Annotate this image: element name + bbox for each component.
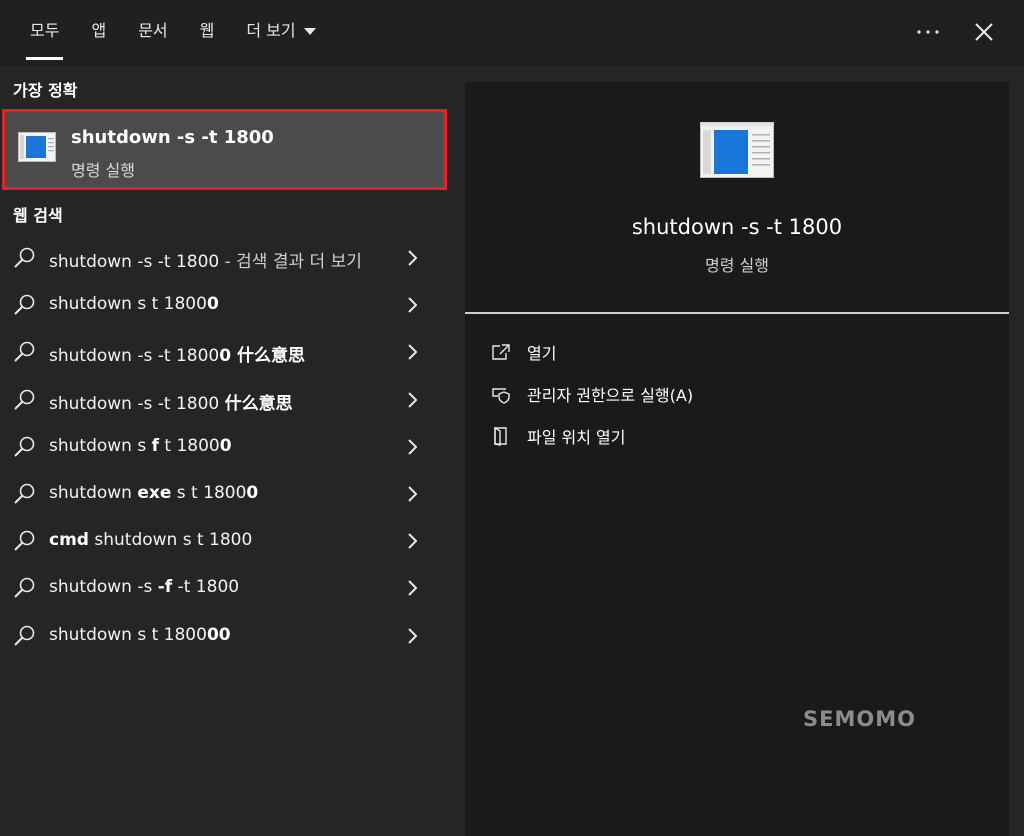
chevron-right-icon[interactable] [406,532,418,550]
action-label: 관리자 권한으로 실행(A) [527,386,694,405]
web-search-result[interactable]: shutdown s t 18000 [0,281,445,328]
result-text-part: 0 [246,483,259,503]
open-action[interactable]: 열기 [491,337,556,367]
search-icon [14,436,35,457]
result-text-part: 0 [206,294,219,315]
preview-title: shutdown -s -t 1800 [631,215,843,239]
chevron-right-icon[interactable] [406,391,418,409]
results-panel: 가장 정확 shutdown -s -t 1800 명령 실행 웹 검색 shu… [0,66,455,836]
tab-label: 더 보기 [246,21,296,40]
web-search-result[interactable]: cmd shutdown s t 1800 [0,517,445,564]
watermark: SEMOMO [803,707,916,731]
result-text-part: shutdown -s -t 1800 [49,252,220,272]
web-search-result[interactable]: shutdown -s -t 1800 - 검색 결과 더 보기 [0,234,445,281]
chevron-right-icon[interactable] [406,438,418,456]
preview-subtitle: 명령 실행 [705,256,769,275]
action-label: 열기 [527,344,557,363]
result-text-part: shutdown s t 1800 [49,294,207,315]
tab-web[interactable]: 웹 [184,0,231,62]
web-search-result[interactable]: shutdown s t 180000 [0,612,445,659]
result-text-part: -t 1800 [172,577,240,598]
result-text-part: exe [137,483,172,503]
tab-label: 모두 [30,21,60,40]
result-text-part: shutdown [49,483,138,503]
result-text: shutdown -s -f -t 1800 [49,577,239,597]
action-label: 파일 위치 열기 [527,428,626,447]
tab-all[interactable]: 모두 [14,0,75,62]
chevron-right-icon[interactable] [406,627,418,645]
result-text-part: 什么意思 [224,393,293,414]
chevron-right-icon[interactable] [406,296,418,314]
tab-documents[interactable]: 문서 [122,0,183,62]
result-text-part: 0 [219,435,232,456]
tab-label: 웹 [199,21,215,40]
result-text-part: shutdown -s -t 1800 [49,393,225,414]
result-text: shutdown s f t 18000 [49,436,232,456]
search-icon [14,625,35,646]
result-text-part: shutdown s t 1800 [49,624,207,645]
search-header: 모두 앱 문서 웹 더 보기 [0,0,1024,66]
search-icon [14,483,35,504]
web-search-result[interactable]: shutdown -s -t 18000 什么意思 [0,328,445,375]
result-text-part: shutdown s t 1800 [88,530,253,551]
preview-panel: shutdown -s -t 1800 명령 실행 열기 관리자 권한으로 실행… [465,82,1009,836]
result-text-part: -f [157,577,173,598]
best-match-subtitle: 명령 실행 [71,161,135,180]
web-search-result[interactable]: shutdown exe s t 18000 [0,470,445,517]
result-text-part: 00 [206,624,231,645]
search-icon [14,247,35,268]
file-location-icon [494,426,507,446]
result-text: shutdown exe s t 18000 [49,483,258,503]
tab-apps[interactable]: 앱 [75,0,122,62]
chevron-right-icon[interactable] [406,343,418,361]
search-icon [14,294,35,315]
search-icon [14,342,35,363]
web-search-result[interactable]: shutdown -s -f -t 1800 [0,564,445,611]
more-options-button[interactable] [908,14,948,50]
result-text: shutdown -s -t 18000 什么意思 [49,341,305,366]
best-match-heading: 가장 정확 [13,81,78,100]
close-button[interactable] [964,14,1004,50]
search-icon [14,578,35,599]
result-text-part: shutdown -s -t 1800 [49,346,220,367]
chevron-right-icon[interactable] [406,249,418,267]
open-file-location-action[interactable]: 파일 위치 열기 [491,421,626,451]
run-command-app-icon [700,122,774,178]
result-text-part: 0 什么意思 [219,346,305,367]
chevron-right-icon[interactable] [406,579,418,597]
web-search-heading: 웹 검색 [13,206,63,225]
filter-tabs: 모두 앱 문서 웹 더 보기 [14,0,332,66]
result-text: shutdown s t 18000 [49,294,219,314]
result-text: cmd shutdown s t 1800 [49,530,252,550]
result-text: shutdown -s -t 1800 什么意思 [49,389,293,414]
result-text-part: f [151,435,160,456]
run-command-app-icon [18,132,56,162]
result-text-part: cmd [49,530,89,551]
chevron-right-icon[interactable] [406,485,418,503]
best-match-item[interactable]: shutdown -s -t 1800 명령 실행 [2,109,447,190]
run-as-admin-action[interactable]: 관리자 권한으로 실행(A) [491,379,693,409]
tab-label: 앱 [91,21,107,40]
caret-down-icon [303,28,316,35]
divider [465,312,1009,314]
tab-more[interactable]: 더 보기 [230,0,331,62]
more-horizontal-icon [917,30,939,34]
result-text: shutdown s t 180000 [49,625,231,645]
result-text-part: shutdown s [49,435,152,456]
run-as-admin-shield-icon [492,388,510,404]
result-text-part: s t 1800 [171,483,247,503]
search-icon [14,389,35,410]
web-search-result[interactable]: shutdown -s -t 1800 什么意思 [0,376,445,423]
open-icon [492,344,510,360]
result-text-part: - 검색 결과 더 보기 [219,252,362,272]
search-icon [14,530,35,551]
web-search-result[interactable]: shutdown s f t 18000 [0,423,445,470]
tab-label: 문서 [138,21,168,40]
best-match-title: shutdown -s -t 1800 [71,127,274,148]
result-text-part: t 1800 [159,435,220,456]
result-text-part: shutdown -s [49,577,158,598]
close-icon [975,23,993,41]
result-text: shutdown -s -t 1800 - 검색 결과 더 보기 [49,247,362,272]
